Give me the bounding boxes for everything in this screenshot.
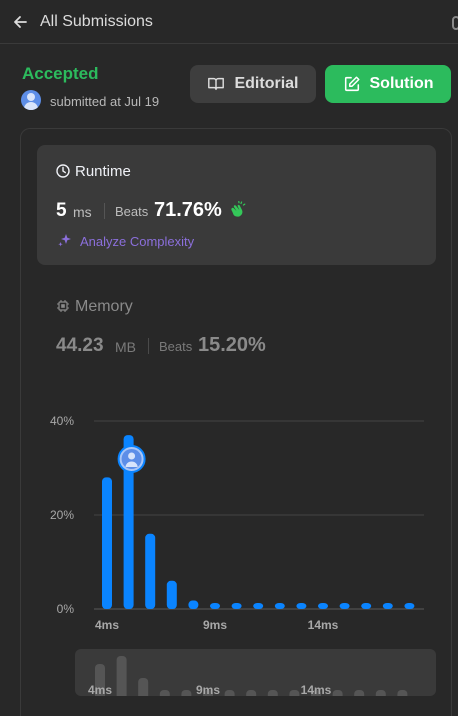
clock-icon (56, 164, 70, 178)
solution-label: Solution (369, 75, 434, 92)
chart-bar[interactable] (404, 603, 415, 609)
chart-bar[interactable] (318, 603, 328, 609)
chart-bar[interactable] (102, 477, 112, 609)
your-submission-marker (117, 445, 146, 473)
chart-bar[interactable] (145, 533, 156, 609)
user-avatar[interactable] (21, 90, 41, 110)
navigator-bar (375, 690, 386, 696)
x-tick-label: 14ms (308, 618, 339, 632)
chart-bar[interactable] (274, 603, 285, 609)
sparkle-icon (58, 234, 71, 247)
arrow-left-icon[interactable] (12, 14, 28, 30)
chart-bar[interactable] (253, 603, 264, 609)
navigator-x-tick-label: 4ms (88, 683, 112, 696)
edge-icon (452, 16, 458, 30)
chart-bar[interactable] (339, 603, 350, 609)
navigator-bar (246, 690, 257, 696)
editorial-label: Editorial (234, 75, 299, 92)
editorial-button[interactable]: Editorial (190, 65, 316, 103)
navigator-bar (181, 690, 192, 696)
chart-bar[interactable] (210, 603, 220, 609)
navigator-bar (289, 690, 300, 696)
chart-bar[interactable] (188, 600, 199, 609)
edit-icon (344, 76, 360, 92)
memory-chip-icon (57, 300, 69, 312)
navigator-bar (267, 690, 278, 696)
memory-value: 44.23 (56, 335, 104, 356)
x-tick-label: 4ms (95, 618, 119, 632)
solution-button[interactable]: Solution (325, 65, 451, 103)
x-tick-label: 9ms (203, 618, 227, 632)
submission-status: Accepted (22, 64, 99, 83)
book-open-icon (208, 77, 225, 91)
y-tick-label: 40% (50, 414, 74, 428)
navigator-bar (224, 690, 235, 696)
divider (104, 203, 105, 219)
runtime-distribution-chart[interactable]: 40% 20% 0% 4ms 9ms 14ms (0, 400, 458, 640)
memory-label[interactable]: Memory (75, 298, 133, 316)
chart-bar[interactable] (361, 603, 372, 609)
navigator-bar (159, 690, 170, 696)
navigator-x-tick-label: 9ms (196, 683, 220, 696)
navigator-bar (138, 678, 149, 696)
runtime-label: Runtime (75, 163, 131, 180)
navigator-bar (116, 656, 127, 696)
runtime-beats-percent: 71.76% (154, 199, 222, 221)
chart-bar[interactable] (166, 580, 177, 609)
memory-beats-percent: 15.20% (198, 334, 266, 356)
navigator-x-tick-label: 14ms (301, 683, 332, 696)
y-tick-label: 20% (50, 508, 74, 522)
divider (148, 338, 149, 354)
chart-range-navigator-bars[interactable]: 4ms 9ms 14ms (75, 649, 436, 696)
navigator-bar (397, 690, 408, 696)
clapping-hands-icon (231, 201, 246, 217)
submitted-time: submitted at Jul 19 (50, 94, 160, 109)
chart-bar[interactable] (231, 603, 242, 609)
chart-bar[interactable] (296, 603, 307, 609)
navigator-bar (354, 690, 365, 696)
runtime-unit: ms (73, 204, 92, 220)
chart-bar[interactable] (382, 603, 393, 609)
runtime-value: 5 (56, 200, 67, 221)
analyze-complexity-link[interactable]: Analyze Complexity (80, 234, 194, 249)
y-tick-label: 0% (57, 602, 75, 616)
top-bar: All Submissions (0, 0, 458, 44)
memory-beats-label: Beats (159, 339, 193, 354)
runtime-beats-label: Beats (115, 204, 149, 219)
memory-unit: MB (115, 339, 136, 355)
all-submissions-link[interactable]: All Submissions (40, 13, 153, 31)
navigator-bar (332, 690, 343, 696)
